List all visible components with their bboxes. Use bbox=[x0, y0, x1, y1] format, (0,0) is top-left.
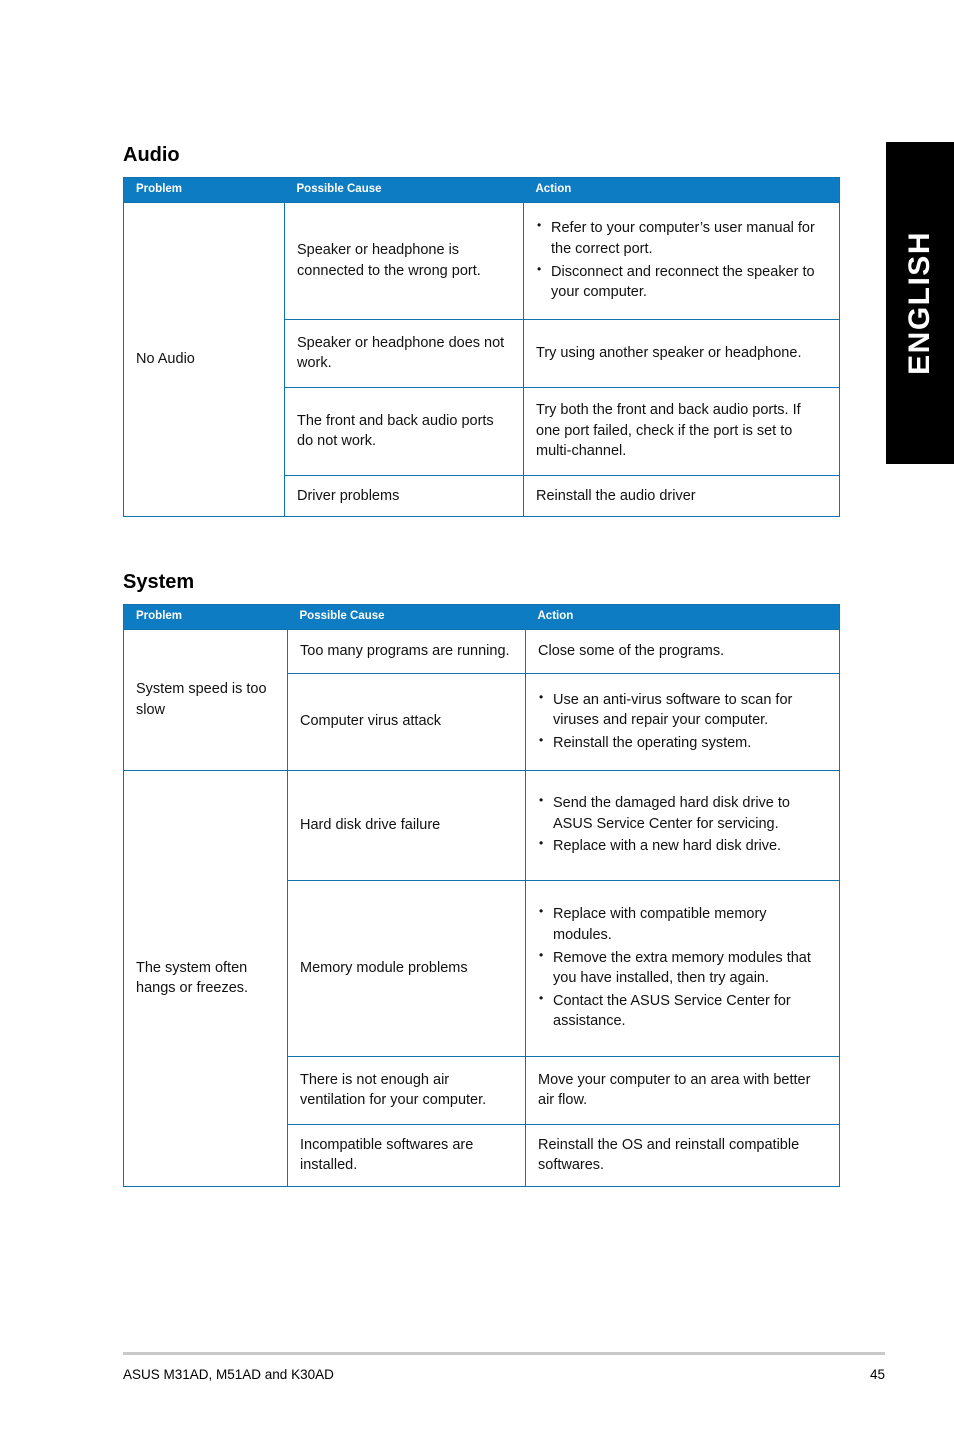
table-row: System speed is too slow Too many progra… bbox=[123, 628, 840, 771]
column-header-problem: Problem bbox=[123, 177, 285, 203]
bullet-item: Contact the ASUS Service Center for assi… bbox=[538, 990, 827, 1032]
action-bullet-list: Replace with compatible memory modules. … bbox=[538, 903, 827, 1032]
cell-action: Replace with compatible memory modules. … bbox=[525, 879, 840, 1057]
bullet-item: Remove the extra memory modules that you… bbox=[538, 947, 827, 989]
cell-cause: Speaker or headphone is connected to the… bbox=[284, 201, 524, 320]
bullet-item: Reinstall the operating system. bbox=[538, 732, 827, 754]
bullet-item: Replace with compatible memory modules. bbox=[538, 903, 827, 945]
cell-problem: System speed is too slow bbox=[123, 628, 288, 771]
table-row: No Audio Speaker or headphone is connect… bbox=[123, 201, 840, 518]
footer-divider bbox=[123, 1352, 885, 1355]
section-audio: Audio Problem Possible Cause Action No A… bbox=[123, 144, 840, 518]
column-header-possible-cause: Possible Cause bbox=[287, 604, 526, 630]
footer-row: ASUS M31AD, M51AD and K30AD 45 bbox=[123, 1367, 885, 1382]
cell-action: Send the damaged hard disk drive to ASUS… bbox=[525, 769, 840, 881]
table-row: The system often hangs or freezes. Hard … bbox=[123, 769, 840, 1187]
bullet-item: Use an anti-virus software to scan for v… bbox=[538, 689, 827, 731]
bullet-item: Replace with a new hard disk drive. bbox=[538, 835, 827, 857]
cell-action: Reinstall the audio driver bbox=[523, 474, 840, 518]
audio-troubleshooting-table: Problem Possible Cause Action No Audio S… bbox=[123, 177, 840, 518]
cell-cause: There is not enough air ventilation for … bbox=[287, 1055, 526, 1125]
bullet-item: Disconnect and reconnect the speaker to … bbox=[536, 261, 827, 303]
language-tab: ENGLISH bbox=[886, 142, 954, 464]
cell-action: Try using another speaker or headphone. bbox=[523, 318, 840, 388]
cell-action: Try both the front and back audio ports.… bbox=[523, 386, 840, 476]
column-header-possible-cause: Possible Cause bbox=[284, 177, 524, 203]
action-bullet-list: Send the damaged hard disk drive to ASUS… bbox=[538, 792, 827, 857]
language-tab-label: ENGLISH bbox=[903, 231, 936, 375]
bullet-item: Send the damaged hard disk drive to ASUS… bbox=[538, 792, 827, 834]
cell-action: Move your computer to an area with bette… bbox=[525, 1055, 840, 1125]
section-system: System Problem Possible Cause Action Sys… bbox=[123, 571, 840, 1187]
system-troubleshooting-table: Problem Possible Cause Action System spe… bbox=[123, 604, 840, 1187]
column-header-problem: Problem bbox=[123, 604, 288, 630]
cell-action: Refer to your computer’s user manual for… bbox=[523, 201, 840, 320]
action-bullet-list: Refer to your computer’s user manual for… bbox=[536, 217, 827, 303]
bullet-item: Refer to your computer’s user manual for… bbox=[536, 217, 827, 259]
cell-action: Close some of the programs. bbox=[525, 628, 840, 674]
cell-action: Use an anti-virus software to scan for v… bbox=[525, 672, 840, 771]
cell-problem: No Audio bbox=[123, 201, 285, 518]
action-bullet-list: Use an anti-virus software to scan for v… bbox=[538, 689, 827, 754]
page-title-system: System bbox=[123, 571, 195, 593]
cell-cause: Memory module problems bbox=[287, 879, 526, 1057]
page-title-audio: Audio bbox=[123, 144, 180, 166]
footer-page-number: 45 bbox=[869, 1367, 885, 1382]
cell-cause: Incompatible softwares are installed. bbox=[287, 1123, 526, 1187]
audio-table-wrapper: Problem Possible Cause Action No Audio S… bbox=[123, 177, 840, 518]
column-header-action: Action bbox=[523, 177, 840, 203]
cell-action: Reinstall the OS and reinstall compatibl… bbox=[525, 1123, 840, 1187]
column-header-action: Action bbox=[525, 604, 840, 630]
table-header-row: Problem Possible Cause Action bbox=[123, 604, 840, 630]
cell-cause: Speaker or headphone does not work. bbox=[284, 318, 524, 388]
cell-cause: The front and back audio ports do not wo… bbox=[284, 386, 524, 476]
cell-cause: Computer virus attack bbox=[287, 672, 526, 771]
footer-product-name: ASUS M31AD, M51AD and K30AD bbox=[123, 1367, 334, 1382]
cell-cause: Hard disk drive failure bbox=[287, 769, 526, 881]
cell-cause: Too many programs are running. bbox=[287, 628, 526, 674]
cell-cause: Driver problems bbox=[284, 474, 524, 518]
system-table-wrapper: Problem Possible Cause Action System spe… bbox=[123, 604, 840, 1187]
table-header-row: Problem Possible Cause Action bbox=[123, 177, 840, 203]
cell-problem: The system often hangs or freezes. bbox=[123, 769, 288, 1187]
page-footer: ASUS M31AD, M51AD and K30AD 45 bbox=[123, 1352, 885, 1382]
